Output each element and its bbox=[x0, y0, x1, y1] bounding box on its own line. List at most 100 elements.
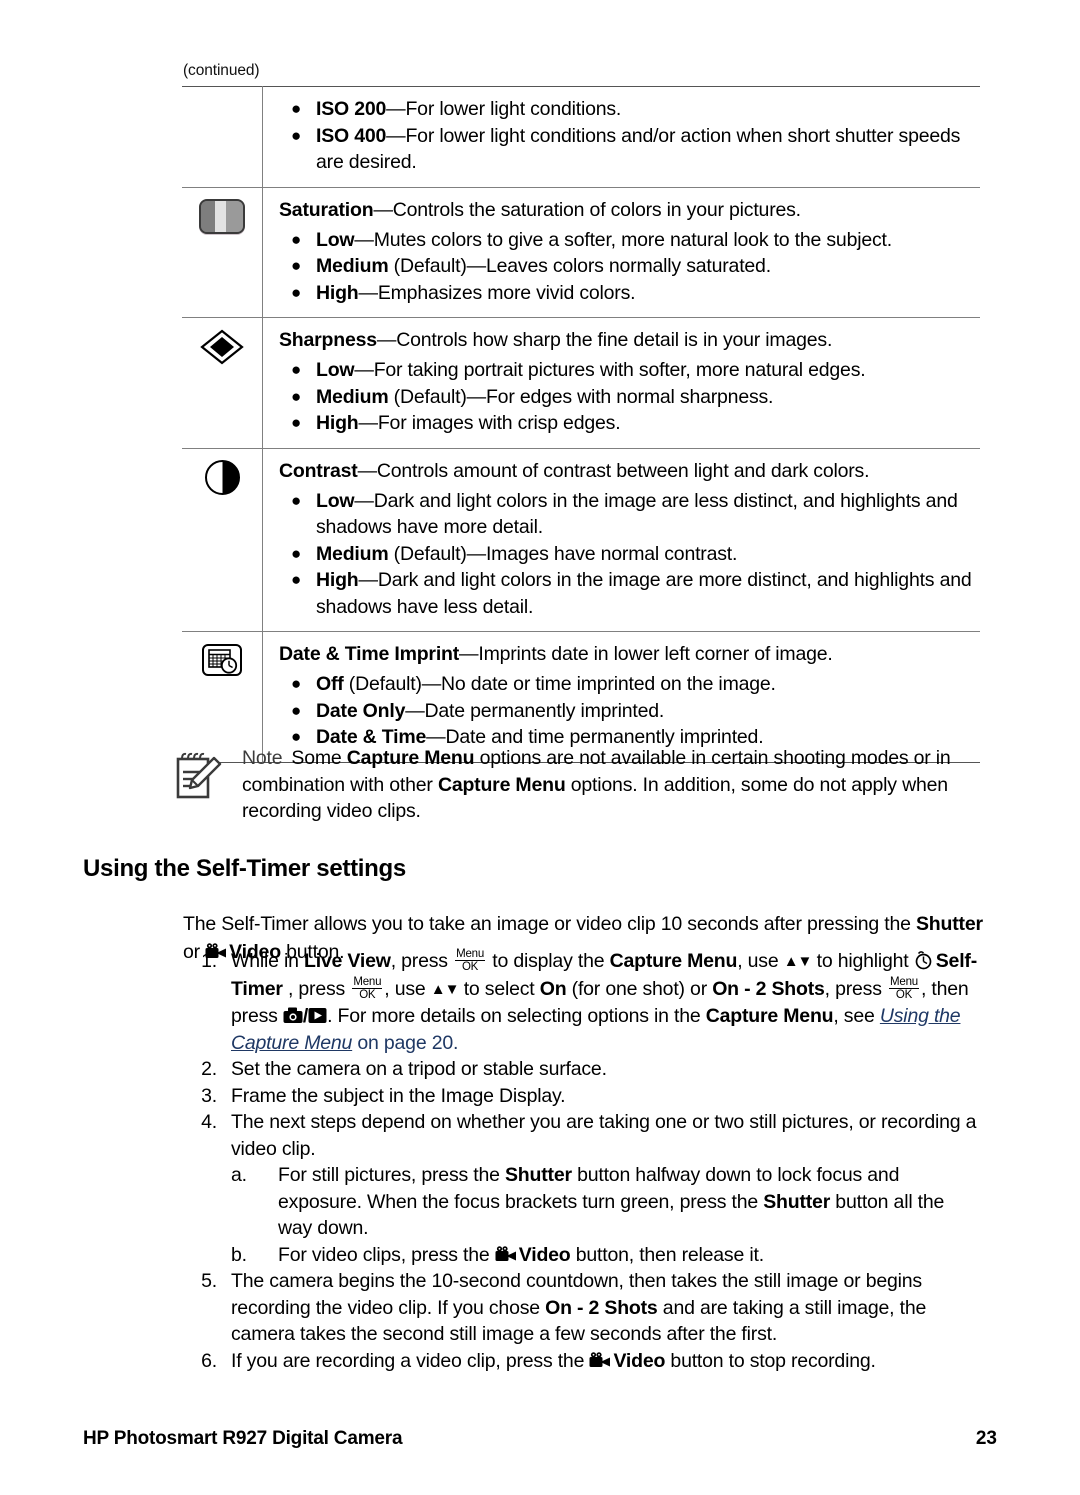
list-item: 5. The camera begins the 10-second countd… bbox=[183, 1268, 983, 1348]
bullet-icon: ● bbox=[291, 282, 302, 302]
footer-product-name: HP Photosmart R927 Digital Camera bbox=[83, 1428, 403, 1449]
step-text-p6: , press bbox=[282, 977, 351, 1000]
list-item: 2. Set the camera on a tripod or stable s… bbox=[183, 1056, 983, 1083]
substep-number: a. bbox=[231, 1164, 247, 1186]
page-title: Using the Self-Timer settings bbox=[83, 855, 406, 882]
menu-ok-bottom-label: OK bbox=[889, 987, 919, 1001]
step-number: 2. bbox=[201, 1058, 217, 1080]
date-time-imprint-icon bbox=[202, 644, 242, 676]
list-item: a. For still pictures, press the Shutter … bbox=[231, 1162, 983, 1242]
step-text-p1: If you are recording a video clip, press… bbox=[231, 1349, 590, 1372]
list-item: ● ISO 200—For lower light conditions. bbox=[279, 96, 980, 123]
procedure-substep-list: a. For still pictures, press the Shutter … bbox=[231, 1162, 983, 1268]
bullet-term: Low bbox=[316, 228, 355, 251]
bullet-icon: ● bbox=[291, 570, 302, 589]
option-text-cell: Sharpness—Controls how sharp the fine de… bbox=[263, 318, 981, 449]
menu-ok-button-icon: Menu OK bbox=[455, 948, 486, 973]
step-text-p2: , press bbox=[390, 950, 454, 972]
step-bold-capture-menu-1: Capture Menu bbox=[609, 950, 738, 972]
menu-ok-top-label: Menu bbox=[890, 975, 918, 988]
step-text-p3: to display the bbox=[487, 950, 610, 972]
list-item: ● Off (Default)—No date or time imprinted… bbox=[279, 671, 980, 698]
note-pencil-icon bbox=[176, 752, 222, 799]
table-row: Sharpness—Controls how sharp the fine de… bbox=[182, 317, 981, 449]
option-heading-term: Contrast bbox=[279, 459, 358, 482]
note-callout: Note Some Capture Menu options are not av… bbox=[170, 745, 985, 825]
icon-cell-date-time bbox=[182, 631, 263, 762]
note-bold-2: Capture Menu bbox=[437, 773, 566, 796]
bullet-desc: (Default)—Images have normal contrast. bbox=[388, 542, 738, 565]
option-bullet-list: ● Low—For taking portrait pictures with s… bbox=[279, 357, 980, 437]
option-text-cell: Saturation—Controls the saturation of co… bbox=[263, 187, 981, 318]
substep-bold-shutter-1: Shutter bbox=[505, 1164, 572, 1186]
bullet-icon: ● bbox=[291, 674, 302, 693]
option-bullet-list: ● Off (Default)—No date or time imprinted… bbox=[279, 671, 980, 751]
note-bold-1: Capture Menu bbox=[346, 747, 475, 769]
step-text: The next steps depend on whether you are… bbox=[231, 1111, 977, 1160]
table-row: Saturation—Controls the saturation of co… bbox=[182, 187, 980, 318]
up-down-arrows-icon: ▲▼ bbox=[430, 980, 460, 998]
list-item: ● ISO 400—For lower light conditions and/… bbox=[279, 123, 980, 176]
step-text: Frame the subject in the Image Display. bbox=[231, 1084, 566, 1107]
step-number: 4. bbox=[201, 1111, 217, 1133]
option-bullet-list: ● ISO 200—For lower light conditions. ● IS… bbox=[279, 96, 980, 176]
menu-ok-top-label: Menu bbox=[353, 975, 382, 988]
step-text-p4: , use bbox=[737, 950, 784, 972]
bullet-term: ISO 200 bbox=[316, 98, 387, 120]
menu-ok-button-icon: Menu OK bbox=[889, 976, 919, 1001]
bullet-term: ISO 400 bbox=[316, 124, 387, 147]
list-item: 1. While in Live View, press Menu OK to di… bbox=[183, 948, 983, 1056]
step-bold-live-view: Live View bbox=[303, 950, 391, 972]
list-item: 3. Frame the subject in the Image Display… bbox=[183, 1083, 983, 1110]
saturation-icon bbox=[199, 198, 245, 234]
capture-menu-options-table: ● ISO 200—For lower light conditions. ● IS… bbox=[182, 86, 980, 763]
bullet-term: High bbox=[316, 281, 359, 304]
bullet-term: High bbox=[316, 412, 359, 434]
bullet-desc: (Default)—Leaves colors normally saturat… bbox=[388, 255, 771, 277]
bullet-desc: —Dark and light colors in the image are … bbox=[316, 569, 972, 618]
document-page: (continued) ● ISO 200—For lower light con… bbox=[0, 0, 1080, 1495]
step-text-p12: . For more details on selecting options … bbox=[327, 1005, 706, 1027]
substep-text-p1: For video clips, press the bbox=[278, 1243, 495, 1266]
list-item: 6. If you are recording a video clip, pre… bbox=[183, 1348, 983, 1375]
table-row: Date & Time Imprint—Imprints date in low… bbox=[182, 631, 981, 763]
list-item: ● High—For images with crisp edges. bbox=[279, 410, 980, 437]
table-row: ● ISO 200—For lower light conditions. ● IS… bbox=[182, 86, 980, 187]
bullet-term: Low bbox=[316, 489, 355, 512]
menu-ok-top-label: Menu bbox=[456, 948, 485, 960]
sharpness-icon bbox=[200, 329, 244, 365]
playback-icon bbox=[308, 1008, 327, 1023]
bullet-term: Low bbox=[316, 359, 355, 381]
step-number: 5. bbox=[201, 1270, 217, 1292]
option-heading: Date & Time Imprint—Imprints date in low… bbox=[279, 641, 980, 667]
bullet-desc: —Mutes colors to give a softer, more nat… bbox=[354, 228, 892, 251]
step-text-p8: to select bbox=[458, 977, 540, 1000]
substep-text-p2: button, then release it. bbox=[570, 1243, 764, 1266]
continued-label: (continued) bbox=[183, 62, 260, 79]
icon-cell-empty bbox=[182, 86, 263, 187]
bullet-icon: ● bbox=[291, 256, 302, 275]
bullet-term: Off bbox=[316, 673, 344, 695]
bullet-icon: ● bbox=[291, 543, 302, 563]
bullet-icon: ● bbox=[291, 125, 302, 145]
step-bold-video: Video bbox=[613, 1349, 666, 1372]
option-bullet-list: ● Low—Mutes colors to give a softer, more… bbox=[279, 227, 980, 307]
note-label: Note bbox=[242, 747, 283, 769]
option-text-cell: Date & Time Imprint—Imprints date in low… bbox=[263, 632, 981, 763]
option-heading: Contrast—Controls amount of contrast bet… bbox=[279, 458, 980, 484]
menu-ok-bottom-label: OK bbox=[455, 960, 486, 973]
bullet-icon: ● bbox=[291, 99, 302, 118]
step-text-p2: button to stop recording. bbox=[665, 1349, 876, 1372]
step-text-p10: , press bbox=[824, 977, 887, 1000]
list-item: ● Low—Dark and light colors in the image … bbox=[279, 488, 980, 541]
menu-ok-bottom-label: OK bbox=[352, 987, 383, 1001]
step-text-p13: , see bbox=[833, 1005, 880, 1027]
self-timer-icon bbox=[915, 951, 932, 970]
option-heading-term: Saturation bbox=[279, 198, 374, 221]
bullet-term: High bbox=[316, 569, 359, 591]
list-item: ● High—Emphasizes more vivid colors. bbox=[279, 280, 980, 307]
intro-text-1: The Self-Timer allows you to take an ima… bbox=[183, 912, 916, 935]
list-item: 4. The next steps depend on whether you a… bbox=[183, 1109, 983, 1268]
option-heading-desc: —Controls how sharp the fine detail is i… bbox=[376, 329, 833, 351]
bullet-icon: ● bbox=[291, 360, 302, 379]
